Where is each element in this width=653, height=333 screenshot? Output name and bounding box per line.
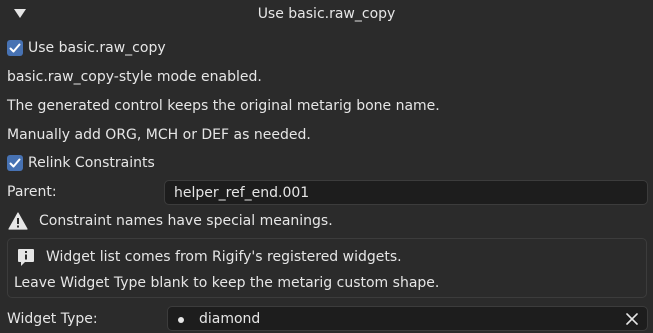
widget-info-line2: Leave Widget Type blank to keep the meta… [14, 275, 440, 291]
widget-type-label: Widget Type: [7, 311, 98, 327]
parent-label: Parent: [7, 184, 57, 200]
widget-info-box: Widget list comes from Rigify's register… [7, 238, 647, 298]
widget-type-value: diamond [199, 311, 261, 327]
bullet-icon [178, 317, 184, 323]
warning-icon [8, 212, 28, 230]
checkmark-icon[interactable] [7, 155, 23, 171]
warning-text: Constraint names have special meanings. [39, 213, 333, 229]
bone-name-info-text: The generated control keeps the original… [7, 98, 440, 114]
parent-field[interactable]: helper_ref_end.001 [164, 180, 648, 205]
panel-header[interactable]: Use basic.raw_copy [0, 0, 653, 28]
checkmark-icon[interactable] [7, 40, 23, 56]
parent-value: helper_ref_end.001 [174, 185, 310, 201]
info-icon [18, 249, 34, 266]
mode-info-text: basic.raw_copy-style mode enabled. [7, 69, 262, 85]
manual-add-info-text: Manually add ORG, MCH or DEF as needed. [7, 127, 311, 143]
close-icon[interactable] [625, 312, 639, 326]
relink-constraints-label: Relink Constraints [28, 155, 155, 171]
use-raw-copy-label: Use basic.raw_copy [28, 40, 166, 56]
panel-title: Use basic.raw_copy [257, 6, 396, 22]
widget-info-line1: Widget list comes from Rigify's register… [46, 249, 402, 265]
widget-type-field[interactable]: diamond [167, 306, 648, 331]
